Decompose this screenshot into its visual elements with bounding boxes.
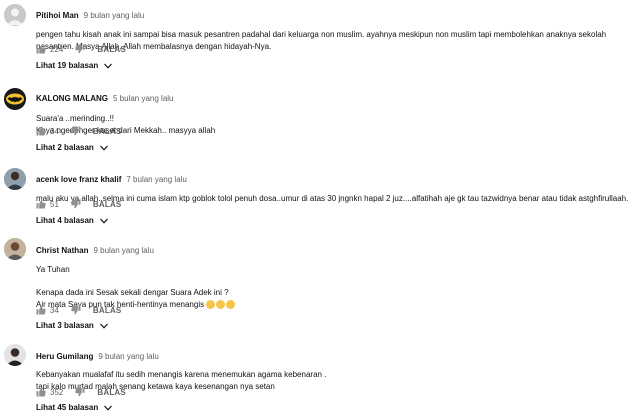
avatar[interactable] [4, 168, 26, 190]
thumbs-down-icon[interactable] [75, 44, 85, 54]
like-count: 224 [50, 44, 64, 54]
chevron-down-icon[interactable] [104, 63, 113, 69]
chevron-down-icon[interactable] [104, 405, 113, 411]
thumbs-up-icon[interactable] [36, 387, 46, 397]
comment-text-line: Kenapa dada ini Sesak sekali dengar Suar… [36, 288, 229, 297]
thumbs-down-icon[interactable] [75, 387, 85, 397]
comment-time[interactable]: 7 bulan yang lalu [126, 175, 187, 184]
avatar[interactable] [4, 344, 26, 366]
user-photo-icon [4, 344, 26, 366]
crying-face-emoji-icon [226, 299, 236, 309]
user-photo-icon [4, 168, 26, 190]
like-count: 51 [50, 199, 59, 209]
reply-button[interactable]: BALAS [97, 45, 126, 54]
bat-logo-icon [4, 88, 26, 110]
like-count: 34 [50, 305, 59, 315]
comment-time[interactable]: 9 bulan yang lalu [98, 352, 159, 361]
comment-author[interactable]: KALONG MALANG [36, 94, 108, 103]
comment-text-line: Suara'a ..merinding..!! [36, 114, 115, 123]
thumbs-up-icon[interactable] [36, 199, 46, 209]
thumbs-up-icon[interactable] [36, 44, 46, 54]
chevron-down-icon[interactable] [99, 145, 108, 151]
comment-author[interactable]: acenk love franz khalif [36, 175, 121, 184]
view-replies-label[interactable]: Lihat 19 balasan [36, 61, 98, 70]
view-replies-button[interactable]: Lihat 19 balasan [36, 61, 113, 70]
avatar[interactable] [4, 238, 26, 260]
reply-button[interactable]: BALAS [93, 200, 122, 209]
thumbs-up-icon[interactable] [36, 126, 46, 136]
view-replies-label[interactable]: Lihat 4 balasan [36, 216, 94, 225]
comment-time[interactable]: 5 bulan yang lalu [113, 94, 174, 103]
comment-text-line: Kebanyakan mualafaf itu sedih menangis k… [36, 370, 327, 379]
user-photo-icon [4, 238, 26, 260]
view-replies-button[interactable]: Lihat 4 balasan [36, 216, 108, 225]
crying-face-emoji-icon [216, 299, 226, 309]
view-replies-label[interactable]: Lihat 45 balasan [36, 403, 98, 412]
thumbs-down-icon[interactable] [71, 305, 81, 315]
avatar[interactable] [4, 4, 26, 26]
avatar[interactable] [4, 88, 26, 110]
comment-text-line: Kaya ngedenger kaset dari Mekkah.. masyy… [36, 125, 216, 135]
thumbs-down-icon[interactable] [71, 199, 81, 209]
comment-text-line: pengen tahu kisah anak ini sampai bisa m… [36, 30, 607, 39]
crying-face-emoji-icon [206, 299, 216, 309]
reply-button[interactable]: BALAS [97, 388, 126, 397]
view-replies-button[interactable]: Lihat 3 balasan [36, 321, 108, 330]
view-replies-label[interactable]: Lihat 3 balasan [36, 321, 94, 330]
comment-text-line: malu aku ya allah..selma ini cuma islam … [36, 194, 629, 203]
view-replies-label[interactable]: Lihat 2 balasan [36, 143, 94, 152]
reply-button[interactable]: BALAS [93, 127, 122, 136]
like-count: 34 [50, 126, 59, 136]
comment-text-line [36, 276, 630, 288]
like-count: 352 [50, 387, 64, 397]
thumbs-down-icon[interactable] [71, 126, 81, 136]
chevron-down-icon[interactable] [99, 323, 108, 329]
avatar-placeholder-icon [4, 4, 26, 26]
view-replies-button[interactable]: Lihat 45 balasan [36, 403, 113, 412]
comment-author[interactable]: Christ Nathan [36, 246, 88, 255]
comment-text-line-with-emoji: Air mata Saya pun tak henti-hentinya men… [36, 299, 630, 311]
view-replies-button[interactable]: Lihat 2 balasan [36, 143, 108, 152]
comment-text-line: Ya Tuhan [36, 265, 70, 274]
comment-author[interactable]: Heru Gumilang [36, 352, 93, 361]
comment-author[interactable]: Pitihoi Man [36, 11, 79, 20]
chevron-down-icon[interactable] [99, 218, 108, 224]
reply-button[interactable]: BALAS [93, 306, 122, 315]
thumbs-up-icon[interactable] [36, 305, 46, 315]
comment-time[interactable]: 9 bulan yang lalu [84, 11, 145, 20]
comment-time[interactable]: 9 bulan yang lalu [93, 246, 154, 255]
